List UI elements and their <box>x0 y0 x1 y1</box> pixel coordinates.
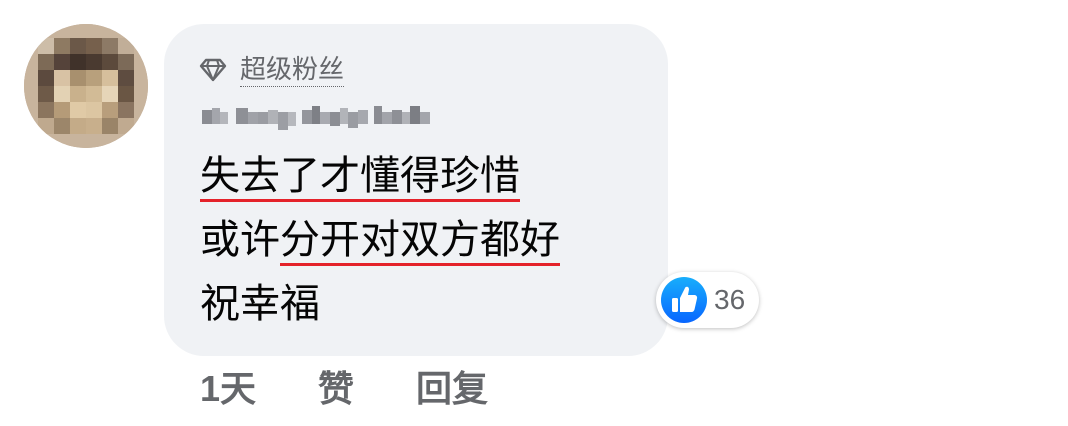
reaction-summary[interactable]: 36 <box>656 272 760 328</box>
comment-text: 失去了才懂得珍惜 或许分开对双方都好 祝幸福 <box>200 144 650 336</box>
top-fan-badge[interactable]: 超级粉丝 <box>198 52 345 88</box>
pixelated-avatar-image <box>24 24 148 148</box>
badge-label: 超级粉丝 <box>240 54 345 87</box>
comment-line-2: 或许分开对双方都好 <box>200 208 650 272</box>
comment-line-1: 失去了才懂得珍惜 <box>200 144 650 208</box>
blurred-author-name <box>202 106 430 130</box>
like-button[interactable]: 赞 <box>318 360 354 412</box>
diamond-icon <box>199 58 227 82</box>
comment-line-3: 祝幸福 <box>200 281 320 327</box>
like-icon <box>661 277 707 323</box>
underlined-phrase: 失去了才懂得珍惜 <box>200 153 520 202</box>
author-name[interactable] <box>202 100 438 130</box>
comment-bubble: 超级粉丝 失去了才懂得珍惜 或许分开对双方都好 祝幸福 <box>164 24 668 356</box>
plain-phrase: 或许 <box>200 217 280 263</box>
reply-button[interactable]: 回复 <box>416 360 488 412</box>
comment-actions: 1天 赞 回复 <box>200 358 488 414</box>
comment: 超级粉丝 失去了才懂得珍惜 或许分开对双方都好 祝幸福 36 1天 赞 回复 <box>0 0 1068 426</box>
underlined-phrase: 分开对双方都好 <box>280 217 560 266</box>
reaction-count: 36 <box>714 284 746 315</box>
timestamp[interactable]: 1天 <box>200 360 256 412</box>
avatar[interactable] <box>24 24 148 148</box>
